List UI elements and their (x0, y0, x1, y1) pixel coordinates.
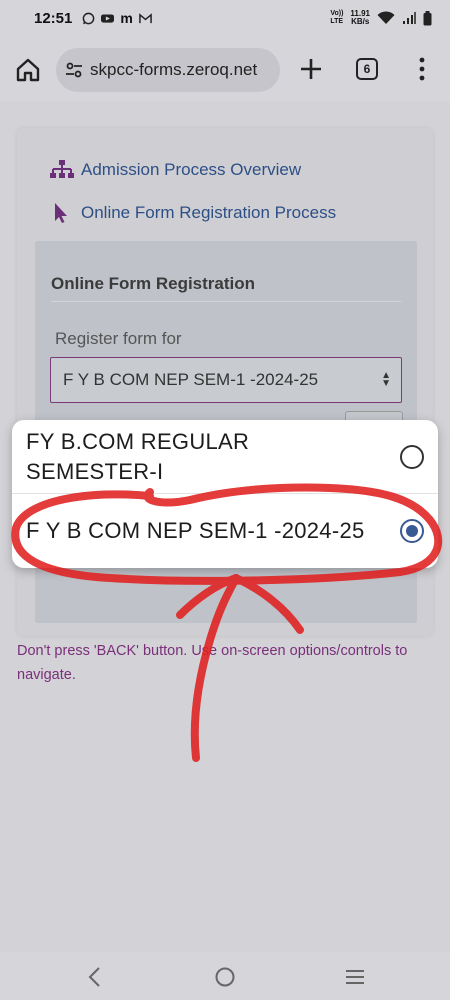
m-app-icon: m (120, 10, 133, 26)
youtube-icon (101, 13, 115, 23)
recents-icon[interactable] (342, 964, 368, 990)
registration-process-label[interactable]: Online Form Registration Process (81, 203, 336, 223)
panel-title: Online Form Registration (51, 274, 256, 293)
new-tab-icon[interactable] (298, 56, 324, 82)
register-for-label: Register form for (55, 329, 182, 348)
registration-process-link[interactable]: Online Form Registration Process (49, 202, 336, 224)
sitemap-icon (50, 160, 74, 178)
address-bar[interactable]: skpcc-forms.zeroq.net (56, 48, 280, 92)
tab-count: 6 (363, 62, 371, 76)
cursor-pointer-icon (55, 203, 67, 223)
select-arrows-icon: ▲ ▼ (381, 370, 391, 389)
whatsapp-icon (83, 12, 95, 24)
browser-toolbar: skpcc-forms.zeroq.net 6 (0, 36, 450, 102)
speed-indicator: 11.91 KB/s (350, 9, 370, 26)
status-bar: 12:51 m Vo)) LTE 11.91 KB/s (0, 0, 450, 36)
signal-icon (403, 12, 416, 24)
battery-icon (423, 10, 432, 25)
home-nav-icon[interactable] (212, 964, 238, 990)
back-icon[interactable] (82, 964, 108, 990)
gmail-icon (139, 12, 152, 23)
url-text[interactable]: skpcc-forms.zeroq.net (90, 60, 257, 80)
option-nep-sem1[interactable]: F Y B COM NEP SEM-1 -2024-25 (12, 494, 438, 568)
admission-overview-link[interactable]: Admission Process Overview (49, 159, 301, 181)
panel-divider (51, 301, 401, 302)
volte-indicator: Vo)) LTE (330, 10, 344, 25)
status-time: 12:51 (34, 9, 73, 27)
tab-switcher-button[interactable]: 6 (356, 58, 378, 80)
back-button-warning: Don't press 'BACK' button. Use on-screen… (17, 643, 408, 683)
select-options-popup: FY B.COM REGULAR SEMESTER-I F Y B COM NE… (12, 420, 438, 568)
option-label: FY B.COM REGULAR SEMESTER-I (26, 429, 250, 484)
status-right: Vo)) LTE 11.91 KB/s (330, 10, 432, 26)
option-label: F Y B COM NEP SEM-1 -2024-25 (26, 518, 365, 543)
notification-icons: m (82, 10, 152, 26)
system-navigation-bar (0, 952, 450, 1000)
site-settings-icon[interactable] (64, 60, 84, 80)
wifi-icon (377, 11, 395, 24)
radio-button[interactable] (400, 445, 424, 469)
more-menu-icon[interactable] (416, 56, 428, 82)
course-select-value: F Y B COM NEP SEM-1 -2024-25 (63, 370, 319, 389)
admission-overview-label[interactable]: Admission Process Overview (81, 160, 301, 180)
home-icon[interactable] (14, 56, 42, 84)
option-regular-sem1[interactable]: FY B.COM REGULAR SEMESTER-I (12, 420, 438, 493)
radio-button-selected[interactable] (400, 519, 424, 543)
course-select[interactable]: F Y B COM NEP SEM-1 -2024-25 ▲ ▼ (50, 357, 402, 403)
